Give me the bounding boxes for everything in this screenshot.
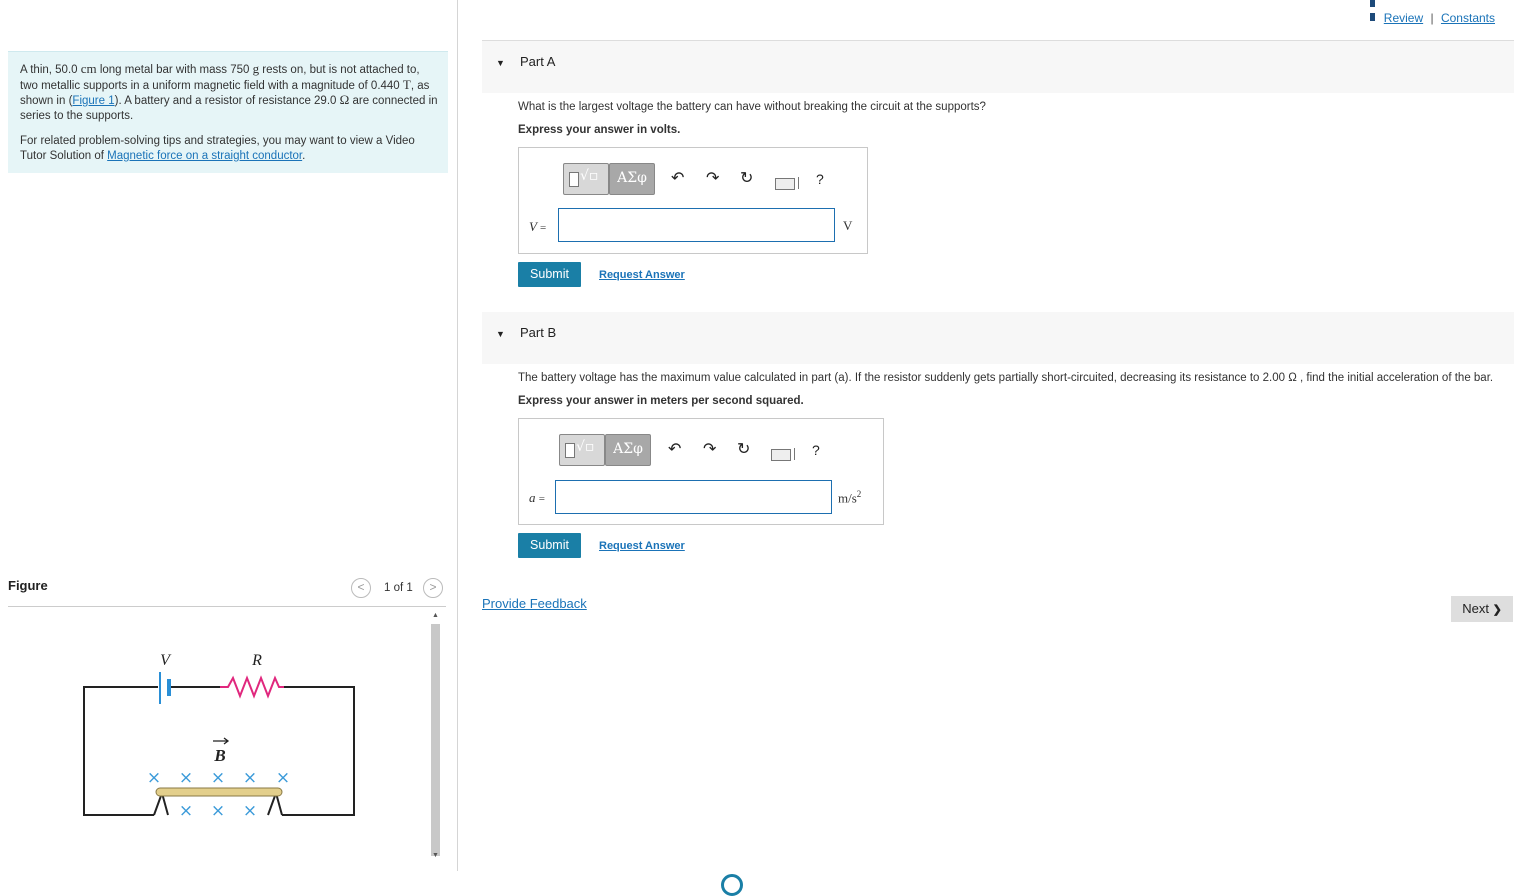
next-button[interactable]: Next ❯ <box>1451 596 1513 622</box>
figure-header: Figure < 1 of 1 > <box>8 575 446 607</box>
field-x-mark: × <box>211 801 225 821</box>
keyboard-icon[interactable] <box>775 178 795 190</box>
review-link[interactable]: Review <box>1384 11 1423 25</box>
part-b-header[interactable]: ▼ Part B <box>482 312 1514 364</box>
provide-feedback-link[interactable]: Provide Feedback <box>482 596 587 611</box>
radical-icon: √▫ <box>580 168 599 184</box>
scroll-thumb[interactable] <box>431 624 440 856</box>
part-a-title: Part A <box>520 54 556 69</box>
template-square-icon <box>569 172 579 187</box>
part-b-answer-input[interactable] <box>555 480 832 514</box>
part-b-instruction: Express your answer in meters per second… <box>518 395 804 407</box>
unit-ohm: Ω <box>339 92 350 107</box>
figure-pager: 1 of 1 <box>384 582 413 594</box>
collapse-triangle-icon[interactable]: ▼ <box>496 329 505 339</box>
part-a-variable: V = <box>529 219 547 234</box>
vector-arrow-icon <box>213 737 230 745</box>
book-icon <box>1369 0 1381 21</box>
metal-bar <box>155 787 283 797</box>
reset-icon[interactable]: ↻ <box>740 168 753 187</box>
scroll-up-icon[interactable]: ▲ <box>432 612 439 619</box>
greek-symbols-button[interactable]: ΑΣφ <box>605 434 651 466</box>
field-x-mark: × <box>179 801 193 821</box>
field-x-mark: × <box>147 768 161 788</box>
part-a-header[interactable]: ▼ Part A <box>482 41 1514 93</box>
math-templates-button[interactable]: √▫ <box>563 163 609 195</box>
resistor-label: R <box>251 652 262 669</box>
help-icon[interactable]: ? <box>816 171 824 187</box>
circuit-figure: V R B × × × × × × × × <box>83 652 355 821</box>
tutor-paragraph: For related problem-solving tips and str… <box>20 135 415 162</box>
field-x-mark: × <box>179 768 193 788</box>
figure-next-button[interactable]: > <box>423 578 443 598</box>
scroll-down-icon[interactable]: ▼ <box>432 852 439 859</box>
redo-icon[interactable]: ↷ <box>706 168 719 187</box>
help-icon[interactable]: ? <box>812 442 820 458</box>
undo-icon[interactable]: ↶ <box>668 439 681 458</box>
circuit-wire-left <box>83 686 158 816</box>
figure-prev-button[interactable]: < <box>351 578 371 598</box>
unit-cm: cm <box>80 61 97 76</box>
top-links: Review | Constants <box>1369 0 1495 25</box>
part-b-answer-box: √▫ ΑΣφ ↶ ↷ ↻ ? a = m/s2 <box>518 418 884 525</box>
keyboard-icon[interactable] <box>771 449 791 461</box>
pearson-logo-icon <box>721 874 743 896</box>
reset-icon[interactable]: ↻ <box>737 439 750 458</box>
field-x-mark: × <box>211 768 225 788</box>
part-b-unit: m/s2 <box>838 489 862 506</box>
column-divider <box>457 0 458 871</box>
chevron-right-icon: ❯ <box>1492 604 1502 616</box>
radical-icon: √▫ <box>576 439 595 455</box>
template-square-icon <box>565 443 575 458</box>
battery-label: V <box>160 652 172 669</box>
part-a-answer-box: √▫ ΑΣφ ↶ ↷ ↻ ? V = V <box>518 147 868 254</box>
unit-tesla: T <box>402 76 411 92</box>
figure-link[interactable]: Figure 1 <box>72 95 114 107</box>
collapse-triangle-icon[interactable]: ▼ <box>496 58 505 68</box>
problem-paragraph: A thin, 50.0 cm long metal bar with mass… <box>20 61 438 122</box>
figure-title: Figure <box>8 578 48 593</box>
constants-link[interactable]: Constants <box>1441 11 1495 25</box>
part-b-variable: a = <box>529 490 545 505</box>
problem-statement: A thin, 50.0 cm long metal bar with mass… <box>8 51 448 173</box>
part-a-instruction: Express your answer in volts. <box>518 124 681 136</box>
greek-symbols-button[interactable]: ΑΣφ <box>609 163 655 195</box>
part-b-title: Part B <box>520 325 557 340</box>
undo-icon[interactable]: ↶ <box>671 168 684 187</box>
resistor-zigzag <box>220 675 284 699</box>
redo-icon[interactable]: ↷ <box>703 439 716 458</box>
part-b-request-answer-link[interactable]: Request Answer <box>599 540 685 552</box>
part-a-unit: V <box>843 218 853 233</box>
part-a-question: What is the largest voltage the battery … <box>518 101 986 113</box>
figure-scrollbar[interactable]: ▲ ▼ <box>429 612 443 864</box>
video-tutor-link[interactable]: Magnetic force on a straight conductor <box>107 150 302 162</box>
part-a-request-answer-link[interactable]: Request Answer <box>599 269 685 281</box>
math-templates-button[interactable]: √▫ <box>559 434 605 466</box>
part-a-submit-button[interactable]: Submit <box>518 262 581 287</box>
magnetic-field-label: B <box>213 746 225 765</box>
field-x-mark: × <box>243 768 257 788</box>
part-b-question: The battery voltage has the maximum valu… <box>518 372 1494 384</box>
toolbar-separator <box>798 177 799 189</box>
field-x-mark: × <box>276 768 290 788</box>
part-b-submit-button[interactable]: Submit <box>518 533 581 558</box>
toolbar-separator <box>794 448 795 460</box>
field-x-mark: × <box>243 801 257 821</box>
part-a-answer-input[interactable] <box>558 208 835 242</box>
circuit-wire-right <box>282 686 355 816</box>
